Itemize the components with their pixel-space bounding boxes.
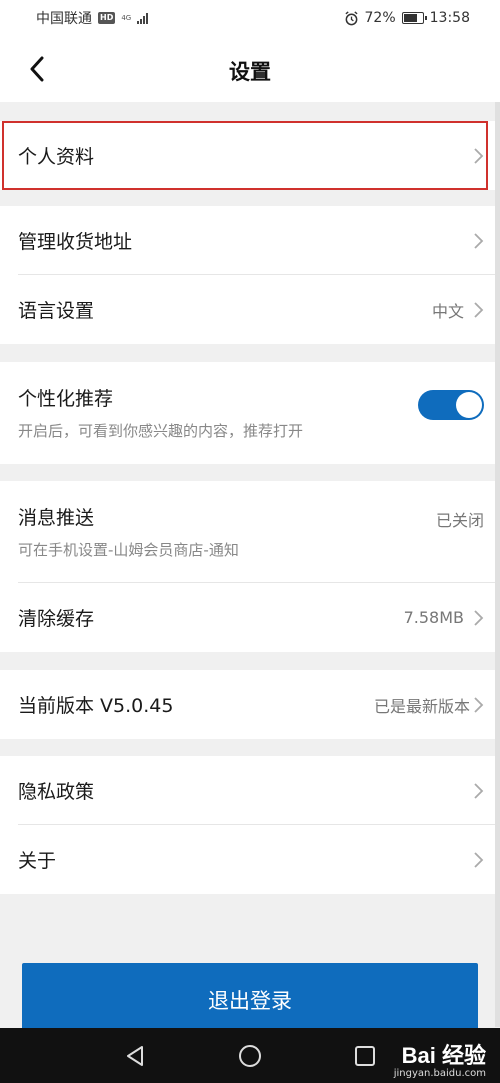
watermark-brand: Bai 经验 bbox=[401, 1043, 486, 1068]
nav-back-icon[interactable] bbox=[124, 1044, 146, 1068]
address-language-group: 管理收货地址 语言设置 中文 bbox=[0, 206, 500, 344]
version-row[interactable]: 当前版本 V5.0.45 已是最新版本 bbox=[0, 670, 500, 739]
page-title: 设置 bbox=[229, 60, 271, 84]
push-value: 已关闭 bbox=[435, 511, 484, 530]
privacy-about-group: 隐私政策 关于 bbox=[0, 756, 500, 894]
top-bar: 设置 bbox=[0, 36, 500, 102]
version-right: 已是最新版本 bbox=[374, 693, 484, 717]
hd-badge: HD bbox=[98, 12, 116, 24]
version-label: 当前版本 V5.0.45 bbox=[18, 695, 174, 717]
status-bar: 中国联通 HD 4G 72% 13:58 bbox=[0, 0, 500, 36]
chevron-right-icon bbox=[474, 301, 484, 318]
chevron-right-icon bbox=[474, 851, 484, 868]
baidu-jingyan-watermark: Bai 经验 jingyan.baidu.com bbox=[394, 1038, 486, 1079]
chevron-right-icon bbox=[474, 147, 484, 164]
version-status: 已是最新版本 bbox=[373, 696, 470, 716]
push-row[interactable]: 消息推送 已关闭 可在手机设置-山姆会员商店-通知 bbox=[0, 481, 500, 583]
clock: 13:58 bbox=[429, 10, 470, 26]
version-group: 当前版本 V5.0.45 已是最新版本 bbox=[0, 670, 500, 739]
personalized-toggle[interactable] bbox=[418, 390, 484, 420]
watermark-url: jingyan.baidu.com bbox=[393, 1068, 486, 1079]
personalized-description: 开启后，可看到你感兴趣的内容，推荐打开 bbox=[18, 422, 304, 440]
network-badge: 4G bbox=[121, 13, 132, 22]
push-description: 可在手机设置-山姆会员商店-通知 bbox=[18, 541, 239, 559]
profile-right bbox=[472, 147, 484, 165]
push-label: 消息推送 bbox=[18, 507, 95, 529]
cache-label: 清除缓存 bbox=[18, 608, 95, 630]
cache-row[interactable]: 清除缓存 7.58MB bbox=[0, 583, 500, 652]
status-right: 72% 13:58 bbox=[344, 10, 470, 26]
battery-icon bbox=[401, 12, 427, 24]
language-value: 中文 bbox=[431, 301, 464, 321]
privacy-label: 隐私政策 bbox=[18, 781, 95, 803]
address-right bbox=[472, 232, 484, 250]
battery-percent: 72% bbox=[364, 10, 396, 26]
push-cache-group: 消息推送 已关闭 可在手机设置-山姆会员商店-通知 清除缓存 7.58MB bbox=[0, 481, 500, 652]
cache-size: 7.58MB bbox=[403, 608, 464, 627]
profile-group: 个人资料 bbox=[0, 121, 500, 190]
about-label: 关于 bbox=[18, 850, 57, 872]
scrollbar[interactable] bbox=[495, 102, 500, 1027]
signal-icon bbox=[137, 12, 149, 24]
logout-button[interactable]: 退出登录 bbox=[22, 963, 478, 1037]
privacy-right bbox=[472, 782, 484, 800]
cache-right: 7.58MB bbox=[404, 608, 484, 627]
chevron-right-icon bbox=[474, 782, 484, 799]
language-row[interactable]: 语言设置 中文 bbox=[0, 275, 500, 344]
address-row[interactable]: 管理收货地址 bbox=[0, 206, 500, 275]
chevron-right-icon bbox=[474, 696, 484, 713]
chevron-right-icon bbox=[474, 609, 484, 626]
language-right: 中文 bbox=[432, 298, 484, 322]
carrier-name: 中国联通 bbox=[36, 11, 92, 27]
alarm-icon bbox=[344, 10, 358, 25]
toggle-knob bbox=[456, 392, 482, 418]
profile-label: 个人资料 bbox=[18, 146, 95, 168]
chevron-right-icon bbox=[474, 232, 484, 249]
profile-row[interactable]: 个人资料 bbox=[0, 121, 500, 190]
about-row[interactable]: 关于 bbox=[0, 825, 500, 894]
personalized-row: 个性化推荐 开启后，可看到你感兴趣的内容，推荐打开 bbox=[0, 362, 500, 464]
address-label: 管理收货地址 bbox=[18, 231, 133, 253]
about-right bbox=[472, 851, 484, 869]
personalized-group: 个性化推荐 开启后，可看到你感兴趣的内容，推荐打开 bbox=[0, 362, 500, 464]
nav-recents-icon[interactable] bbox=[354, 1045, 376, 1067]
status-left: 中国联通 HD 4G bbox=[36, 8, 149, 28]
language-label: 语言设置 bbox=[18, 300, 95, 322]
privacy-row[interactable]: 隐私政策 bbox=[0, 756, 500, 825]
personalized-label: 个性化推荐 bbox=[18, 388, 114, 410]
nav-home-icon[interactable] bbox=[238, 1044, 262, 1068]
